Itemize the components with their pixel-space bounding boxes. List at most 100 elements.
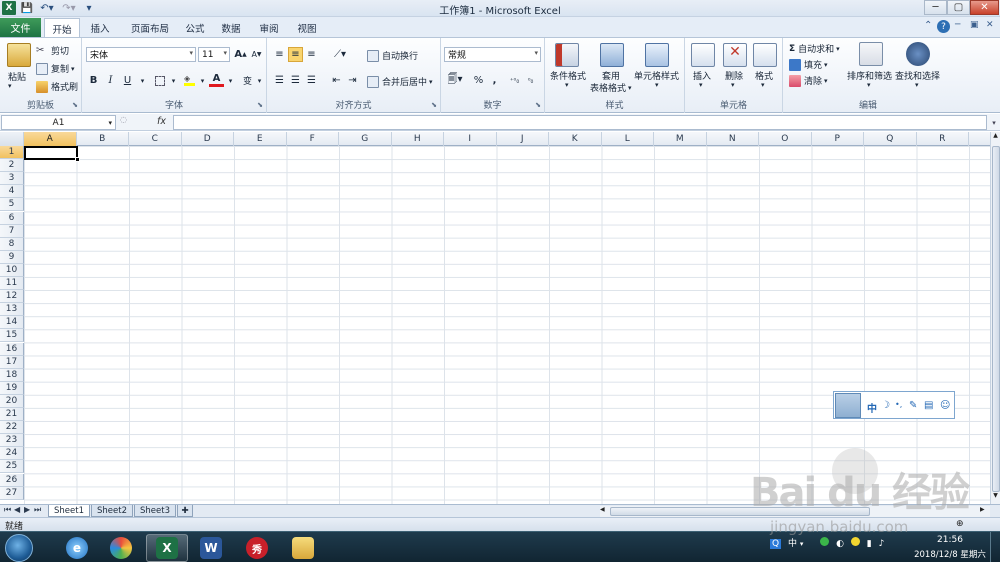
namebox-resize-icon[interactable]: ◌: [120, 115, 128, 129]
clear-button[interactable]: 清除 ▾: [789, 74, 828, 87]
fill-button[interactable]: 填充 ▾: [789, 58, 828, 71]
insert-function-button[interactable]: fx: [157, 116, 166, 127]
number-format-select[interactable]: 常规 ▾: [444, 47, 541, 62]
horizontal-scrollbar[interactable]: ◀ ▶: [600, 506, 990, 517]
formula-input[interactable]: [173, 115, 987, 130]
column-header-e[interactable]: E: [234, 132, 287, 146]
first-sheet-icon[interactable]: ⏮: [4, 505, 11, 515]
row-header-19[interactable]: 19: [0, 381, 24, 395]
tab-page-layout[interactable]: 页面布局: [122, 19, 178, 37]
column-header-j[interactable]: J: [497, 132, 549, 146]
minimize-button[interactable]: ─: [924, 0, 947, 15]
align-middle-icon[interactable]: ≡: [288, 47, 303, 62]
scroll-left-icon[interactable]: ◀: [600, 506, 605, 513]
row-header-17[interactable]: 17: [0, 355, 24, 369]
paste-dropdown-icon[interactable]: ▾: [8, 82, 12, 90]
column-header-n[interactable]: N: [707, 132, 759, 146]
font-color-button[interactable]: A: [209, 73, 224, 87]
increase-indent-icon[interactable]: ⇥: [345, 73, 360, 88]
border-dropdown-icon[interactable]: ▾: [166, 73, 181, 88]
format-as-table-icon[interactable]: [600, 43, 624, 67]
row-header-8[interactable]: 8: [0, 237, 24, 251]
row-header-14[interactable]: 14: [0, 316, 24, 330]
settings-wrench-icon[interactable]: ✎: [909, 400, 917, 411]
scroll-down-icon[interactable]: ▼: [991, 492, 1000, 504]
tab-insert[interactable]: 插入: [82, 19, 118, 37]
underline-button[interactable]: U: [120, 73, 135, 88]
row-header-13[interactable]: 13: [0, 303, 24, 317]
expand-formula-bar-icon[interactable]: ▾: [989, 115, 999, 130]
shrink-font-button[interactable]: A ▼: [249, 47, 264, 62]
column-header-c[interactable]: C: [129, 132, 182, 146]
wrap-text-button[interactable]: 自动换行: [367, 49, 418, 62]
align-right-icon[interactable]: ☰: [304, 73, 319, 88]
taskbar-excel[interactable]: X: [146, 534, 188, 562]
punctuation-icon[interactable]: •,: [895, 400, 902, 409]
sort-filter-icon[interactable]: [859, 42, 883, 66]
bold-button[interactable]: B: [86, 73, 101, 88]
row-header-16[interactable]: 16: [0, 342, 24, 356]
smiley-icon[interactable]: ☺: [940, 400, 950, 411]
cell-styles-dropdown-icon[interactable]: ▾: [655, 81, 659, 89]
tray-yellow-icon[interactable]: [850, 537, 860, 546]
close-button[interactable]: ✕: [970, 0, 999, 15]
row-header-18[interactable]: 18: [0, 368, 24, 382]
format-painter-button[interactable]: 格式刷: [36, 80, 78, 93]
tab-file[interactable]: 文件: [0, 18, 41, 37]
border-button[interactable]: [152, 73, 167, 88]
comma-style-button[interactable]: ,: [487, 73, 502, 88]
fill-color-dropdown-icon[interactable]: ▾: [195, 73, 210, 88]
row-header-2[interactable]: 2: [0, 159, 24, 173]
column-header-i[interactable]: I: [444, 132, 497, 146]
tab-home[interactable]: 开始: [44, 18, 80, 38]
phonetic-dropdown-icon[interactable]: ▾: [252, 73, 267, 88]
column-header-k[interactable]: K: [549, 132, 602, 146]
merge-center-button[interactable]: 合并后居中 ▾: [367, 75, 433, 88]
taskbar-ie[interactable]: e: [56, 534, 98, 562]
row-header-15[interactable]: 15: [0, 329, 24, 343]
orientation-icon[interactable]: ⟋▾: [329, 47, 351, 62]
taskbar-browser[interactable]: [100, 534, 142, 562]
tab-view[interactable]: 视图: [292, 19, 322, 37]
start-button[interactable]: [5, 534, 33, 562]
sheet-tab-3[interactable]: Sheet3: [134, 505, 176, 517]
show-desktop-button[interactable]: [990, 532, 1000, 562]
help-icon[interactable]: ?: [937, 20, 950, 33]
row-header-22[interactable]: 22: [0, 421, 24, 435]
horizontal-scroll-thumb[interactable]: [610, 507, 870, 516]
tab-data[interactable]: 数据: [216, 19, 246, 37]
vertical-scrollbar[interactable]: ▲ ▼: [990, 132, 1000, 504]
row-header-23[interactable]: 23: [0, 434, 24, 448]
conditional-format-icon[interactable]: [555, 43, 579, 67]
zoom-in-icon[interactable]: ⊕: [956, 519, 964, 529]
prev-sheet-icon[interactable]: ◀: [14, 505, 20, 514]
row-header-1[interactable]: 1: [0, 146, 24, 160]
fill-handle[interactable]: [75, 157, 80, 162]
vertical-scroll-thumb[interactable]: [992, 146, 1000, 492]
tab-review[interactable]: 审阅: [254, 19, 284, 37]
last-sheet-icon[interactable]: ⏭: [34, 505, 41, 515]
align-top-icon[interactable]: ≡: [272, 47, 287, 62]
accounting-format-icon[interactable]: 🗐▾: [444, 73, 466, 88]
column-header-o[interactable]: O: [759, 132, 812, 146]
format-cells-icon[interactable]: [753, 43, 777, 67]
tab-formulas[interactable]: 公式: [180, 19, 210, 37]
percent-style-button[interactable]: %: [471, 73, 486, 88]
volume-icon[interactable]: ◐: [836, 539, 844, 549]
clipboard-icon[interactable]: ▤: [924, 400, 933, 411]
decrease-decimal-icon[interactable]: ⁰₀: [523, 73, 538, 88]
scroll-up-icon[interactable]: ▲: [991, 132, 1000, 144]
row-header-10[interactable]: 10: [0, 263, 24, 277]
workbook-restore-icon[interactable]: ▣: [970, 20, 979, 30]
decrease-indent-icon[interactable]: ⇤: [329, 73, 344, 88]
row-header-25[interactable]: 25: [0, 460, 24, 474]
font-name-select[interactable]: 宋体 ▾: [86, 47, 196, 62]
column-header-f[interactable]: F: [287, 132, 339, 146]
format-dropdown-icon[interactable]: ▾: [761, 81, 765, 89]
sheet-tab-2[interactable]: Sheet2: [91, 505, 133, 517]
column-header-q[interactable]: Q: [864, 132, 917, 146]
maximize-button[interactable]: ▢: [947, 0, 970, 15]
ime-indicator[interactable]: 中: [788, 539, 797, 549]
align-bottom-icon[interactable]: ≡: [304, 47, 319, 62]
align-left-icon[interactable]: ☰: [272, 73, 287, 88]
